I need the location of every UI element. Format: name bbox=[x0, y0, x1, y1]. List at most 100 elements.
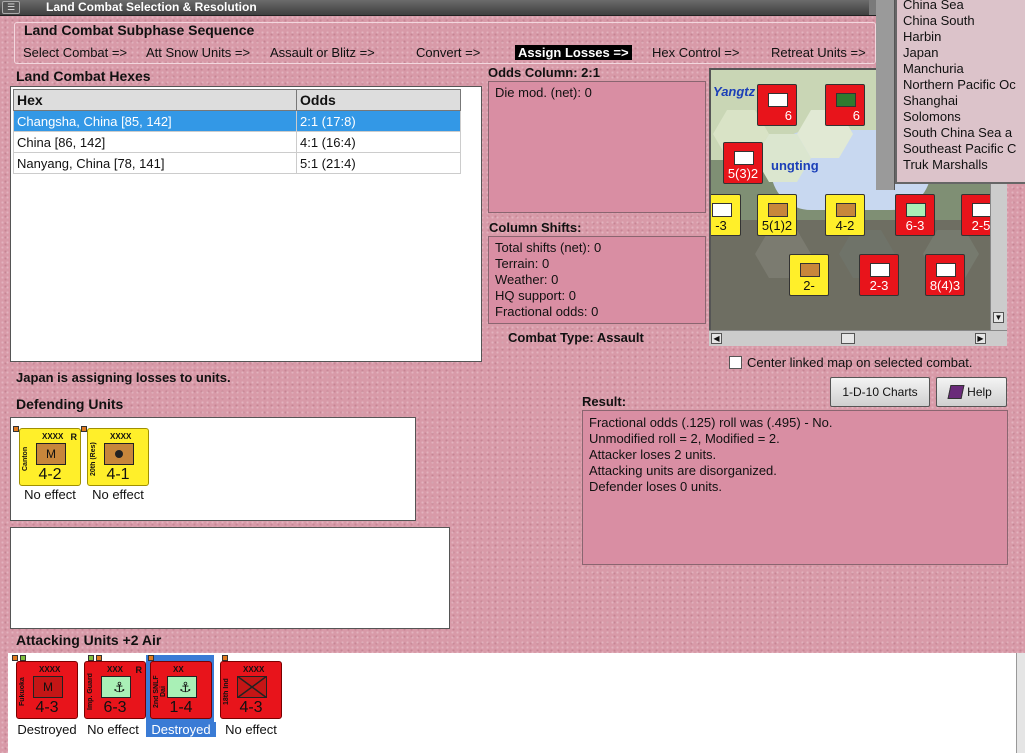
center-map-label: Center linked map on selected combat. bbox=[747, 355, 973, 370]
step-assault-or-blitz[interactable]: Assault or Blitz => bbox=[270, 45, 375, 60]
odds-panel: Die mod. (net): 0 bbox=[488, 81, 706, 213]
help-button[interactable]: Help bbox=[936, 377, 1007, 407]
unit-counter[interactable]: Canton XXXX R M 4-2 bbox=[19, 428, 81, 486]
total-shifts-text: Total shifts (net): 0 bbox=[495, 240, 602, 255]
table-row[interactable]: Changsha, China [85, 142] 2:1 (17:8) bbox=[13, 110, 461, 132]
anchor-icon: ⚓ bbox=[113, 679, 126, 695]
unit-counter[interactable]: 20th (Res) XXXX 4-1 bbox=[87, 428, 149, 486]
map-unit-counter[interactable]: 2- bbox=[789, 254, 829, 296]
odds-cell[interactable]: 5:1 (21:4) bbox=[296, 152, 461, 174]
center-map-checkbox[interactable] bbox=[729, 356, 742, 369]
region-item[interactable]: Northern Pacific Oc bbox=[897, 77, 1025, 93]
region-item[interactable]: Japan bbox=[897, 45, 1025, 61]
map-label-tungting: ungting bbox=[771, 158, 819, 173]
unit-result-text: No effect bbox=[24, 487, 76, 502]
map-unit-counter[interactable]: 4-2 bbox=[825, 194, 865, 236]
region-item[interactable]: Solomons bbox=[897, 109, 1025, 125]
region-item[interactable]: China Sea bbox=[897, 0, 1025, 13]
map-unit-counter[interactable]: 6-3 bbox=[895, 194, 935, 236]
region-item[interactable]: Southeast Pacific C bbox=[897, 141, 1025, 157]
hex-cell[interactable]: China [86, 142] bbox=[13, 131, 297, 153]
column-header-hex[interactable]: Hex bbox=[13, 89, 297, 111]
step-assign-losses[interactable]: Assign Losses => bbox=[515, 45, 632, 60]
step-hex-control[interactable]: Hex Control => bbox=[652, 45, 739, 60]
result-line: Defender loses 0 units. bbox=[589, 479, 722, 494]
map-unit-counter[interactable]: 6 bbox=[757, 84, 797, 126]
region-item[interactable]: Truk Marshalls bbox=[897, 157, 1025, 173]
unit-counter[interactable]: Fukuoka XXXX M 4-3 bbox=[16, 661, 78, 719]
region-item[interactable]: China South bbox=[897, 13, 1025, 29]
step-select-combat[interactable]: Select Combat => bbox=[23, 45, 127, 60]
subphase-sequence-title: Land Combat Subphase Sequence bbox=[24, 22, 255, 38]
hq-support-text: HQ support: 0 bbox=[495, 288, 576, 303]
odds-cell[interactable]: 4:1 (16:4) bbox=[296, 131, 461, 153]
defending-units-label: Defending Units bbox=[16, 396, 124, 412]
result-line: Attacker loses 2 units. bbox=[589, 447, 717, 462]
map-unit-counter[interactable]: -3 bbox=[711, 194, 741, 236]
map-horizontal-scrollbar[interactable]: ◀ ▶ bbox=[709, 330, 1007, 346]
window-menu-icon[interactable]: ☰ bbox=[2, 1, 20, 14]
column-header-odds[interactable]: Odds bbox=[296, 89, 461, 111]
unit-result-text: Destroyed bbox=[17, 722, 77, 737]
result-line: Attacking units are disorganized. bbox=[589, 463, 777, 478]
result-line: Fractional odds (.125) roll was (.495) -… bbox=[589, 415, 833, 430]
region-item[interactable]: South China Sea a bbox=[897, 125, 1025, 141]
combat-type-text: Combat Type: Assault bbox=[508, 330, 644, 345]
region-list[interactable]: China Sea China South Harbin Japan Manch… bbox=[895, 0, 1025, 184]
die-mod-text: Die mod. (net): 0 bbox=[495, 85, 592, 100]
region-item[interactable]: Manchuria bbox=[897, 61, 1025, 77]
hexes-table[interactable]: Hex Odds Changsha, China [85, 142] 2:1 (… bbox=[13, 89, 461, 174]
bottom-panel-scrollbar[interactable] bbox=[1016, 653, 1025, 753]
scroll-left-icon[interactable]: ◀ bbox=[711, 333, 722, 344]
unit-counter[interactable]: 18th Ind XXXX 4-3 bbox=[220, 661, 282, 719]
scroll-thumb[interactable] bbox=[841, 333, 855, 344]
hex-cell[interactable]: Changsha, China [85, 142] bbox=[13, 110, 297, 132]
step-retreat-units[interactable]: Retreat Units => bbox=[771, 45, 866, 60]
result-panel: Fractional odds (.125) roll was (.495) -… bbox=[582, 410, 1008, 565]
land-combat-hexes-list[interactable]: Hex Odds Changsha, China [85, 142] 2:1 (… bbox=[10, 86, 482, 362]
artillery-icon bbox=[115, 450, 123, 458]
help-button-label: Help bbox=[967, 385, 992, 399]
fractional-odds-text: Fractional odds: 0 bbox=[495, 304, 599, 319]
unit-result-text: No effect bbox=[87, 722, 139, 737]
infantry-icon bbox=[237, 676, 267, 698]
region-list-scrollbar[interactable] bbox=[876, 0, 895, 190]
defending-units-panel: Canton XXXX R M 4-2 No effect 20th (Res)… bbox=[10, 417, 416, 521]
step-convert[interactable]: Convert => bbox=[416, 45, 480, 60]
scroll-down-icon[interactable]: ▼ bbox=[993, 312, 1004, 323]
empty-units-panel bbox=[10, 527, 450, 629]
result-line: Unmodified roll = 2, Modified = 2. bbox=[589, 431, 780, 446]
region-item[interactable]: Harbin bbox=[897, 29, 1025, 45]
map-unit-counter[interactable]: 5(1)2 bbox=[757, 194, 797, 236]
unit-counter[interactable]: Imp. Guard XXX R ⚓ 6-3 bbox=[84, 661, 146, 719]
map-unit-counter[interactable]: 5(3)2 bbox=[723, 142, 763, 184]
map-unit-counter[interactable]: 2-3 bbox=[859, 254, 899, 296]
hex-cell[interactable]: Nanyang, China [78, 141] bbox=[13, 152, 297, 174]
map-unit-counter[interactable]: 6 bbox=[825, 84, 865, 126]
unit-counter[interactable]: 2nd SNLF Dai XX ⚓ 1-4 bbox=[150, 661, 212, 719]
window-title: Land Combat Selection & Resolution bbox=[46, 0, 257, 14]
unit-result-text: No effect bbox=[225, 722, 277, 737]
map-label-yangtze: Yangtz bbox=[713, 84, 756, 99]
table-row[interactable]: Nanyang, China [78, 141] 5:1 (21:4) bbox=[13, 152, 461, 174]
table-row[interactable]: China [86, 142] 4:1 (16:4) bbox=[13, 131, 461, 153]
result-label: Result: bbox=[582, 394, 627, 409]
scroll-right-icon[interactable]: ▶ bbox=[975, 333, 986, 344]
unit-result-text: Destroyed bbox=[146, 722, 216, 737]
terrain-shift-text: Terrain: 0 bbox=[495, 256, 550, 271]
odds-cell[interactable]: 2:1 (17:8) bbox=[296, 110, 461, 132]
window-title-bar: Land Combat Selection & Resolution bbox=[0, 0, 880, 16]
weather-shift-text: Weather: 0 bbox=[495, 272, 559, 287]
odds-column-label: Odds Column: 2:1 bbox=[488, 65, 600, 80]
charts-button[interactable]: 1-D-10 Charts bbox=[830, 377, 930, 407]
land-combat-hexes-label: Land Combat Hexes bbox=[16, 68, 151, 84]
column-shifts-panel: Total shifts (net): 0 Terrain: 0 Weather… bbox=[488, 236, 706, 324]
column-shifts-label: Column Shifts: bbox=[489, 220, 582, 235]
unit-status-pip bbox=[12, 655, 18, 661]
map-unit-counter[interactable]: 8(4)3 bbox=[925, 254, 965, 296]
status-message: Japan is assigning losses to units. bbox=[16, 370, 231, 385]
attacking-units-panel: Fukuoka XXXX M 4-3 Destroyed Imp. Guard … bbox=[8, 653, 1016, 753]
region-item[interactable]: Shanghai bbox=[897, 93, 1025, 109]
attacking-units-label: Attacking Units +2 Air bbox=[16, 632, 162, 648]
step-att-snow-units[interactable]: Att Snow Units => bbox=[146, 45, 250, 60]
